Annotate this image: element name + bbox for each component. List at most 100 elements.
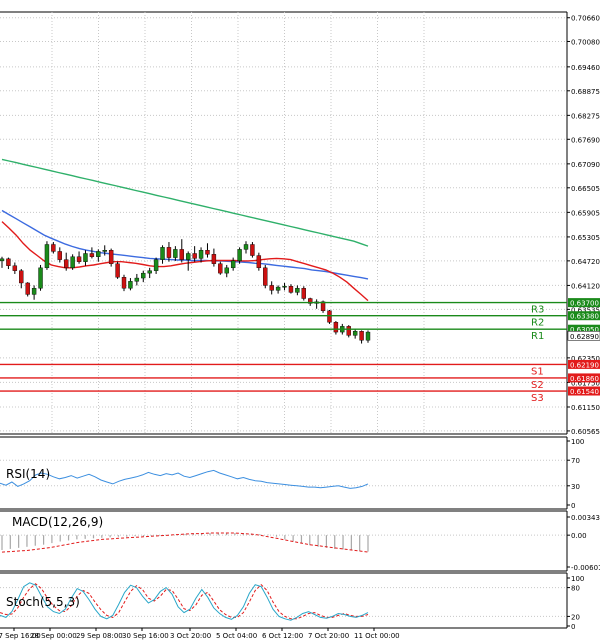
candle-body xyxy=(0,258,5,262)
price-tick-label: 0.64120 xyxy=(571,282,600,290)
stoch-grid xyxy=(0,587,567,617)
candle-body xyxy=(25,282,30,295)
macd-signal-line xyxy=(1,532,369,553)
time-tick-label: 30 Sep 16:00 xyxy=(122,632,169,640)
candle-body xyxy=(186,253,191,260)
forex-chart: 0.70660 0.70080 0.69460 0.68875 0.68275 0.676… xyxy=(0,11,600,640)
candle-body xyxy=(83,253,88,262)
slow-moving-average-line xyxy=(1,158,369,247)
macd-label: MACD(12,26,9) xyxy=(12,515,103,529)
level-name-s2: S2 xyxy=(531,380,544,391)
level-price-label: 0.61860 xyxy=(570,375,599,383)
macd-histogram xyxy=(1,532,369,552)
candle-body xyxy=(31,288,37,295)
rsi-label: RSI(14) xyxy=(6,467,50,481)
time-tick-label: 5 Oct 04:00 xyxy=(216,632,257,640)
candle-body xyxy=(230,260,236,269)
price-y-axis: 0.70660 0.70080 0.69460 0.68875 0.68275 0.676… xyxy=(567,15,600,436)
moving-averages xyxy=(1,158,369,302)
stoch-y-axis: 100 80 20 0 xyxy=(567,575,584,631)
candle-body xyxy=(44,244,50,269)
rsi-y-axis: 100 70 30 0 xyxy=(567,438,584,510)
level-name-s3: S3 xyxy=(531,393,544,404)
price-tick-label: 0.61150 xyxy=(571,404,600,412)
candle-body xyxy=(301,288,306,299)
candle-body xyxy=(134,277,140,282)
candle-body xyxy=(51,244,56,252)
indicator-tick-label: 80 xyxy=(571,585,580,593)
candle-body xyxy=(352,331,358,336)
indicator-tick-label: 70 xyxy=(571,457,580,465)
rsi-grid xyxy=(0,459,567,487)
indicator-tick-label: 0.00 xyxy=(571,532,587,540)
candle-body xyxy=(70,256,75,269)
candle-body xyxy=(359,331,364,341)
macd-y-axis: 0.003434 0.00 -0.006019 xyxy=(567,514,600,572)
candle-body xyxy=(275,286,281,291)
price-tick-label: 0.67690 xyxy=(571,136,600,144)
rsi-panel: 100 70 30 0 RSI(14) xyxy=(0,436,584,510)
mid-moving-average-line xyxy=(1,209,369,280)
candle-body xyxy=(128,281,133,289)
candles xyxy=(0,239,371,344)
candle-body xyxy=(19,270,24,284)
candle-body xyxy=(365,331,371,341)
candle-body xyxy=(38,267,43,289)
candle-body xyxy=(205,250,210,255)
indicator-tick-label: 20 xyxy=(571,613,580,621)
candle-body xyxy=(269,285,274,291)
level-name-s1: S1 xyxy=(531,366,544,377)
candle-body xyxy=(333,322,339,333)
indicator-tick-label: 0 xyxy=(571,623,575,631)
candle-body xyxy=(12,265,18,271)
candle-body xyxy=(346,326,351,336)
candle-body xyxy=(173,249,178,258)
candle-body xyxy=(198,250,204,259)
candle-body xyxy=(115,263,120,278)
indicator-tick-label: 0.003434 xyxy=(571,514,600,522)
time-tick-label: 28 Sep 00:00 xyxy=(30,632,77,640)
level-name-r1: R1 xyxy=(531,331,544,342)
level-name-r3: R3 xyxy=(531,305,544,316)
level-price-label: 0.63700 xyxy=(570,300,599,308)
price-tick-label: 0.60565 xyxy=(571,428,600,436)
price-tick-label: 0.70660 xyxy=(571,15,600,23)
stoch-panel: 100 80 20 0 Stoch(5,5,3) xyxy=(0,572,584,631)
candle-body xyxy=(218,263,223,274)
time-tick-label: 7 Oct 20:00 xyxy=(308,632,349,640)
candle-body xyxy=(96,251,101,257)
candle-body xyxy=(57,251,62,260)
level-price-label: 0.62190 xyxy=(570,361,599,369)
price-tick-label: 0.69460 xyxy=(571,64,600,72)
candle-body xyxy=(263,267,268,286)
fast-moving-average-line xyxy=(1,221,369,302)
candle-body xyxy=(141,272,146,279)
price-tick-label: 0.70080 xyxy=(571,38,600,46)
pivot-levels: R30.63700R20.63380R10.63050S10.62190S20.… xyxy=(0,298,600,404)
price-tick-label: 0.64720 xyxy=(571,258,600,266)
time-tick-label: 29 Sep 08:00 xyxy=(76,632,123,640)
stoch-label: Stoch(5,5,3) xyxy=(6,595,80,609)
indicator-tick-label: 100 xyxy=(571,438,584,446)
candle-body xyxy=(160,247,165,260)
candle-body xyxy=(237,249,242,262)
candle-body xyxy=(108,250,114,264)
candle-body xyxy=(243,244,249,250)
candle-body xyxy=(295,288,300,293)
time-tick-label: 11 Oct 00:00 xyxy=(354,632,400,640)
indicator-tick-label: 0 xyxy=(571,502,575,510)
time-tick-label: 3 Oct 20:00 xyxy=(170,632,211,640)
price-tick-label: 0.66505 xyxy=(571,185,600,193)
current-price-label: 0.62890 xyxy=(570,333,599,341)
indicator-tick-label: -0.006019 xyxy=(571,564,600,572)
candle-body xyxy=(166,247,172,258)
price-panel: 0.70660 0.70080 0.69460 0.68875 0.68275 0.676… xyxy=(0,11,600,436)
price-tick-label: 0.65905 xyxy=(571,209,600,217)
candle-body xyxy=(6,258,11,266)
candle-body xyxy=(179,249,184,260)
time-x-axis: 27 Sep 16:0028 Sep 00:0029 Sep 08:0030 S… xyxy=(0,628,400,640)
candle-body xyxy=(327,310,332,323)
candle-body xyxy=(192,253,197,259)
price-tick-label: 0.67090 xyxy=(571,161,600,169)
price-tick-label: 0.68875 xyxy=(571,88,600,96)
